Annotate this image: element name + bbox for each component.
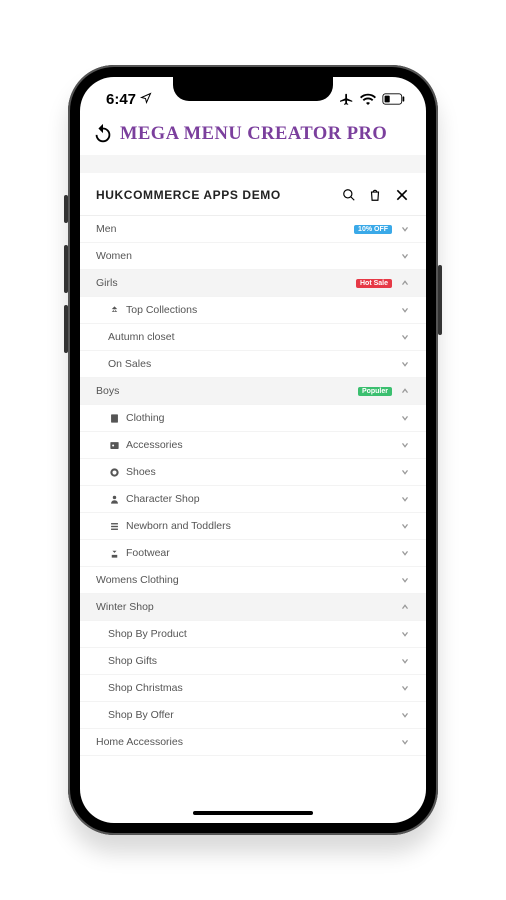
- chevron-down-icon: [400, 224, 410, 234]
- wifi-icon: [360, 93, 376, 105]
- badge-hot: Hot Sale: [356, 279, 392, 288]
- character-icon: [108, 493, 120, 505]
- sub-item-accessories[interactable]: Accessories: [80, 432, 426, 459]
- menu-item-winter[interactable]: Winter Shop: [80, 594, 426, 621]
- menu-label: Newborn and Toddlers: [126, 520, 400, 532]
- menu-label: Shop Gifts: [108, 655, 400, 667]
- menu-item-girls[interactable]: Girls Hot Sale: [80, 270, 426, 297]
- chevron-down-icon: [400, 251, 410, 261]
- menu-item-men[interactable]: Men 10% OFF: [80, 216, 426, 243]
- chevron-up-icon: [400, 278, 410, 288]
- app-title-bar: MEGA MENU CREATOR PRO: [80, 121, 426, 155]
- sub-item-autumn[interactable]: Autumn closet: [80, 324, 426, 351]
- chevron-down-icon: [400, 521, 410, 531]
- chevron-down-icon: [400, 548, 410, 558]
- search-icon[interactable]: [342, 188, 356, 202]
- chevron-down-icon: [400, 737, 410, 747]
- menu-item-women[interactable]: Women: [80, 243, 426, 270]
- badge-offer: 10% OFF: [354, 225, 392, 234]
- newborn-icon: [108, 520, 120, 532]
- chevron-down-icon: [400, 494, 410, 504]
- sub-item-newborn[interactable]: Newborn and Toddlers: [80, 513, 426, 540]
- phone-frame: 6:47 MEGA MENU CRE: [68, 65, 438, 835]
- airplane-mode-icon: [340, 92, 354, 106]
- menu-label: Men: [96, 223, 354, 235]
- menu-label: Girls: [96, 277, 356, 289]
- chevron-down-icon: [400, 359, 410, 369]
- menu-label: Winter Shop: [96, 601, 400, 613]
- menu-label: Character Shop: [126, 493, 400, 505]
- close-icon[interactable]: [394, 187, 410, 203]
- menu-label: Women: [96, 250, 400, 262]
- menu-label: Womens Clothing: [96, 574, 400, 586]
- bag-icon[interactable]: [368, 188, 382, 202]
- chevron-down-icon: [400, 629, 410, 639]
- shoes-icon: [108, 466, 120, 478]
- sub-item-shop-christmas[interactable]: Shop Christmas: [80, 675, 426, 702]
- menu-label: Shop Christmas: [108, 682, 400, 694]
- menu-item-boys[interactable]: Boys Populer: [80, 378, 426, 405]
- menu-label: Shoes: [126, 466, 400, 478]
- app-title: MEGA MENU CREATOR PRO: [120, 124, 387, 145]
- notch: [173, 77, 333, 101]
- sub-item-shop-offer[interactable]: Shop By Offer: [80, 702, 426, 729]
- demo-title: HUKCOMMERCE APPS DEMO: [96, 188, 342, 202]
- chevron-down-icon: [400, 656, 410, 666]
- badge-popular: Populer: [358, 387, 392, 396]
- menu-label: Clothing: [126, 412, 400, 424]
- menu-label: On Sales: [108, 358, 400, 370]
- sub-item-onsales[interactable]: On Sales: [80, 351, 426, 378]
- menu-label: Home Accessories: [96, 736, 400, 748]
- sub-item-shop-gifts[interactable]: Shop Gifts: [80, 648, 426, 675]
- menu-label: Top Collections: [126, 304, 400, 316]
- menu-item-womens-clothing[interactable]: Womens Clothing: [80, 567, 426, 594]
- spacer: [80, 155, 426, 173]
- location-arrow-icon: [140, 91, 152, 108]
- chevron-up-icon: [400, 602, 410, 612]
- sub-item-shop-product[interactable]: Shop By Product: [80, 621, 426, 648]
- chevron-down-icon: [400, 332, 410, 342]
- chevron-down-icon: [400, 467, 410, 477]
- menu-label: Accessories: [126, 439, 400, 451]
- collections-icon: [108, 304, 120, 316]
- home-indicator[interactable]: [193, 811, 313, 815]
- sub-item-footwear[interactable]: Footwear: [80, 540, 426, 567]
- screen: 6:47 MEGA MENU CRE: [80, 77, 426, 823]
- chevron-down-icon: [400, 305, 410, 315]
- chevron-down-icon: [400, 575, 410, 585]
- menu-label: Boys: [96, 385, 358, 397]
- chevron-down-icon: [400, 710, 410, 720]
- menu-item-home-accessories[interactable]: Home Accessories: [80, 729, 426, 756]
- status-time: 6:47: [106, 91, 136, 108]
- menu-label: Shop By Product: [108, 628, 400, 640]
- battery-icon: [382, 93, 406, 105]
- footwear-icon: [108, 547, 120, 559]
- menu-label: Autumn closet: [108, 331, 400, 343]
- chevron-down-icon: [400, 683, 410, 693]
- accessories-icon: [108, 439, 120, 451]
- menu-label: Footwear: [126, 547, 400, 559]
- sub-item-clothing[interactable]: Clothing: [80, 405, 426, 432]
- chevron-down-icon: [400, 413, 410, 423]
- chevron-down-icon: [400, 440, 410, 450]
- chevron-up-icon: [400, 386, 410, 396]
- sub-item-character[interactable]: Character Shop: [80, 486, 426, 513]
- demo-header: HUKCOMMERCE APPS DEMO: [80, 173, 426, 216]
- sub-item-shoes[interactable]: Shoes: [80, 459, 426, 486]
- menu-label: Shop By Offer: [108, 709, 400, 721]
- clothing-icon: [108, 412, 120, 424]
- sub-item-top-collections[interactable]: Top Collections: [80, 297, 426, 324]
- refresh-icon[interactable]: [92, 123, 114, 145]
